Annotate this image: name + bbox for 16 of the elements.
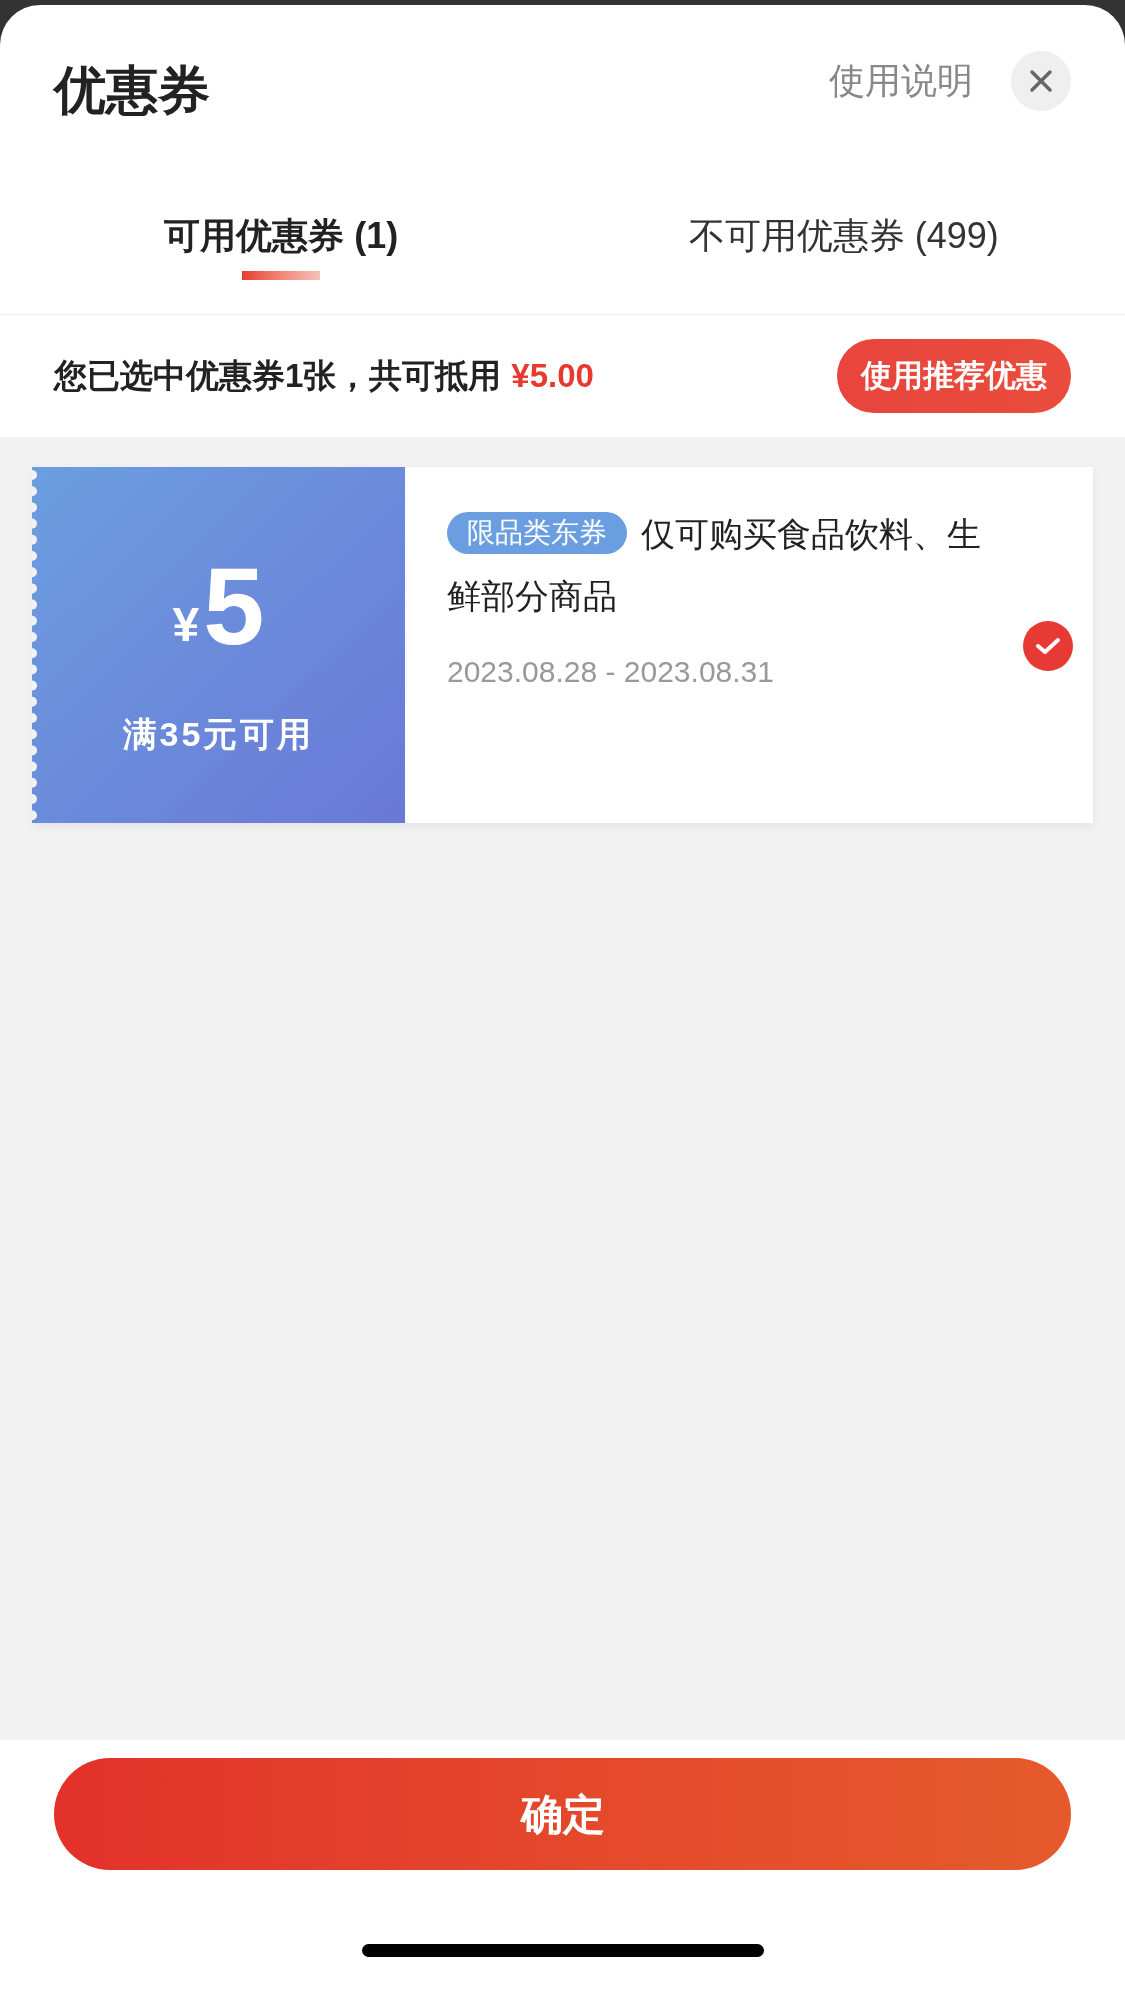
coupon-description: 限品类东券 仅可购买食品饮料、生鲜部分商品 [447,503,1007,627]
close-icon [1029,69,1053,93]
category-tag: 限品类东券 [447,512,627,554]
coupon-amount: 5 [203,550,265,661]
help-link[interactable]: 使用说明 [829,54,973,108]
tab[interactable]: 可用优惠券 (1) [0,155,563,314]
coupon-condition: 满35元可用 [122,713,315,755]
recommend-button[interactable]: 使用推荐优惠 [837,339,1071,413]
sheet-title: 优惠券 [54,60,210,121]
validity-dates: 2023.08.28 - 2023.08.31 [447,654,775,690]
discount-amount: ¥5.00 [511,356,594,397]
confirm-button[interactable]: 确定 [54,1758,1071,1870]
coupon-card[interactable]: ¥5 满35元可用 限品类东券 仅可购买食品饮料、生鲜部分商品 2023.08.28 - 2023.08.31 [32,467,1093,823]
currency-symbol: ¥ [172,600,200,649]
tab[interactable]: 不可用优惠券 (499) [562,155,1125,314]
selection-summary: 您已选中优惠券1张，共可抵用 [54,356,502,397]
